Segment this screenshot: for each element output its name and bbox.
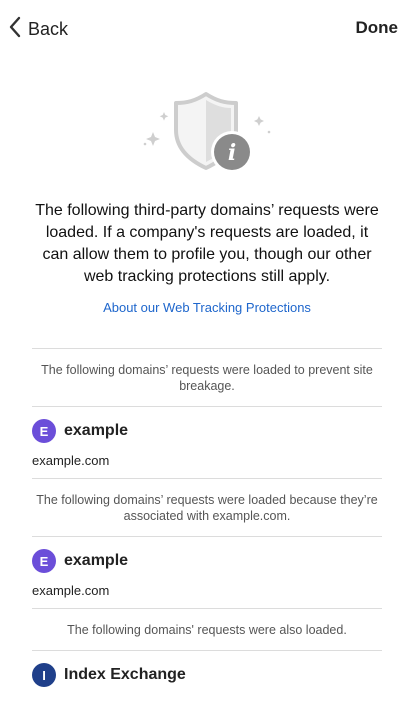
- section-associated: The following domains’ requests were loa…: [32, 478, 382, 608]
- domain-url: example.com: [32, 583, 110, 598]
- section-site-breakage: The following domains’ requests were loa…: [32, 348, 382, 478]
- section-also-loaded: The following domains' requests were als…: [32, 608, 382, 697]
- company-badge-icon: E: [32, 419, 56, 443]
- nav-bar: Back Done: [0, 0, 414, 56]
- list-item: E example example.com: [32, 407, 382, 478]
- done-button[interactable]: Done: [356, 18, 399, 38]
- intro-text: The following third-party domains’ reque…: [35, 202, 379, 285]
- section-header: The following domains’ requests were loa…: [32, 478, 382, 537]
- domains-list: The following domains’ requests were loa…: [32, 348, 382, 697]
- back-label: Back: [28, 19, 69, 39]
- chevron-left-icon: [8, 16, 22, 43]
- company-name: example: [64, 552, 129, 569]
- shield-info-icon: i: [137, 88, 277, 183]
- svg-text:i: i: [228, 140, 236, 166]
- list-item: E example example.com: [32, 537, 382, 608]
- web-tracking-protections-link[interactable]: About our Web Tracking Protections: [0, 300, 414, 315]
- section-header: The following domains' requests were als…: [32, 608, 382, 651]
- company-badge-icon: I: [32, 663, 56, 687]
- list-item: I Index Exchange: [32, 651, 382, 697]
- section-header: The following domains’ requests were loa…: [32, 348, 382, 407]
- hero-illustration: i: [0, 88, 414, 183]
- company-badge-icon: E: [32, 549, 56, 573]
- company-name: example: [64, 422, 129, 439]
- back-button[interactable]: Back: [8, 16, 68, 43]
- company-name: Index Exchange: [64, 666, 186, 683]
- domain-url: example.com: [32, 453, 110, 468]
